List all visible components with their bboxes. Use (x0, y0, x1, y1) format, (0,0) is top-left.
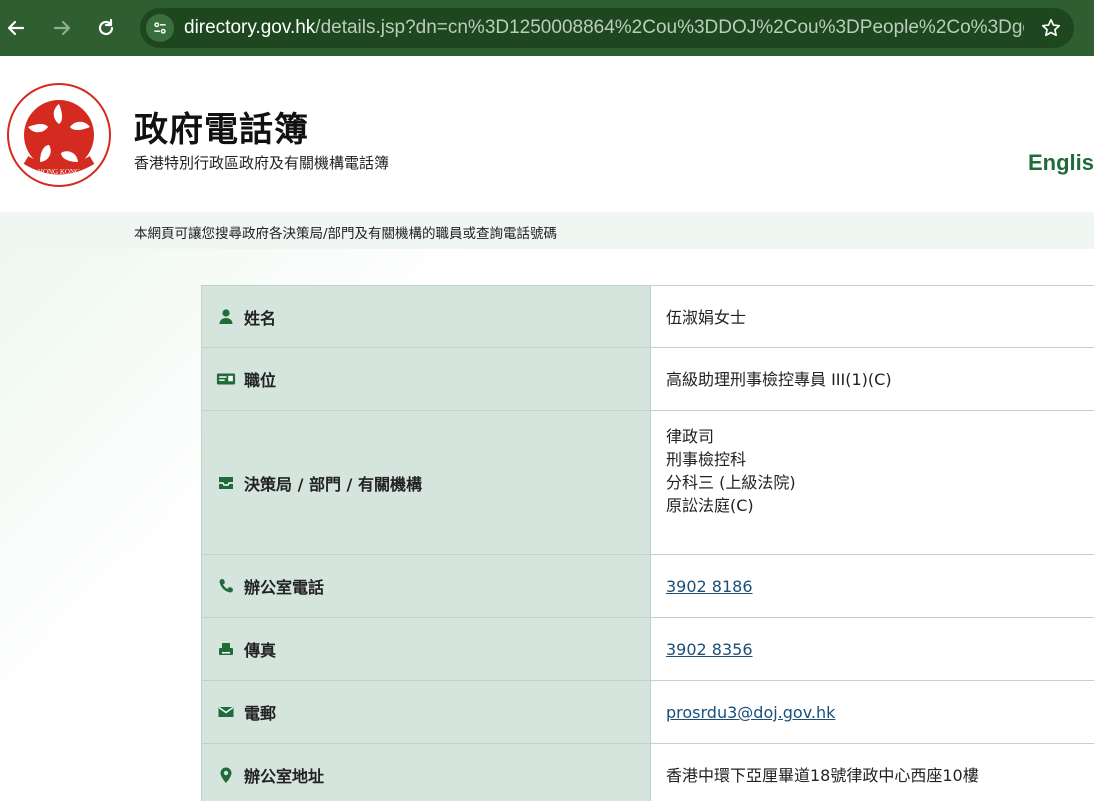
arrow-left-icon (7, 20, 25, 36)
info-strip: 本網頁可讓您搜尋政府各決策局/部門及有關機構的職員或查詢電話號碼 (0, 212, 1094, 249)
office-tel-link[interactable]: 3902 8186 (666, 575, 753, 598)
department-value: 律政司 刑事檢控科 分科三 (上級法院) 原訟法庭(C) (666, 425, 796, 517)
table-row-office-tel: 辦公室電話 3902 8186 (201, 555, 1094, 618)
value-cell: 3902 8186 (651, 555, 1094, 617)
name-value: 伍淑娟女士 (666, 308, 747, 327)
value-cell: 3902 8356 (651, 618, 1094, 680)
envelope-icon (216, 702, 236, 722)
value-cell: 律政司 刑事檢控科 分科三 (上級法院) 原訟法庭(C) (651, 411, 1094, 554)
forward-button[interactable] (46, 12, 78, 44)
label-cell: 電郵 (201, 681, 651, 743)
map-pin-icon (216, 765, 236, 785)
office-tel-label: 辦公室電話 (244, 578, 325, 597)
address-bar[interactable]: directory.gov.hk/details.jsp?dn=cn%3D125… (140, 8, 1074, 48)
fax-label: 傳真 (244, 641, 277, 660)
email-link[interactable]: prosrdu3@doj.gov.hk (666, 701, 835, 724)
table-row-email: 電郵 prosrdu3@doj.gov.hk (201, 681, 1094, 744)
phone-icon (216, 576, 236, 596)
table-row-department: 決策局 / 部門 / 有關機構 律政司 刑事檢控科 分科三 (上級法院) 原訟法… (201, 411, 1094, 555)
page-title[interactable]: 政府電話簿 (134, 102, 309, 151)
site-header: HONG KONG 政府電話簿 香港特別行政區政府及有關機構電話簿 Englis (0, 56, 1094, 212)
url-path: /details.jsp?dn=cn%3D1250008864%2Cou%3DD… (315, 17, 1024, 38)
info-text: 本網頁可讓您搜尋政府各決策局/部門及有關機構的職員或查詢電話號碼 (134, 226, 558, 242)
arrow-right-icon (53, 20, 71, 36)
back-button[interactable] (0, 12, 32, 44)
department-line-3[interactable]: 分科三 (上級法院) (666, 471, 796, 494)
fax-icon (216, 639, 236, 659)
tune-icon (154, 22, 166, 34)
reload-button[interactable] (90, 12, 122, 44)
table-row-post: 職位 高級助理刑事檢控專員 III(1)(C) (201, 348, 1094, 411)
value-cell: 高級助理刑事檢控專員 III(1)(C) (651, 348, 1094, 410)
email-label: 電郵 (244, 704, 277, 723)
browser-toolbar: directory.gov.hk/details.jsp?dn=cn%3D125… (0, 0, 1094, 56)
reload-icon (98, 18, 114, 36)
department-line-2[interactable]: 刑事檢控科 (666, 448, 796, 471)
value-cell: 香港中環下亞厘畢道18號律政中心西座10樓 (651, 744, 1094, 801)
post-label: 職位 (244, 371, 277, 390)
post-value: 高級助理刑事檢控專員 III(1)(C) (666, 370, 892, 389)
address-label: 辦公室地址 (244, 767, 325, 786)
label-cell: 姓名 (201, 286, 651, 347)
department-line-4[interactable]: 原訟法庭(C) (666, 494, 796, 517)
site-info-button[interactable] (146, 14, 174, 42)
department-label: 決策局 / 部門 / 有關機構 (244, 474, 422, 494)
bookmark-star-icon[interactable] (1040, 17, 1062, 39)
url-host: directory.gov.hk (184, 17, 316, 38)
language-switch-link[interactable]: Englis (1028, 150, 1094, 176)
label-cell: 辦公室電話 (201, 555, 651, 617)
emblem-text: HONG KONG (38, 168, 80, 176)
department-line-1[interactable]: 律政司 (666, 425, 796, 448)
table-row-name: 姓名 伍淑娟女士 (201, 285, 1094, 348)
value-cell: prosrdu3@doj.gov.hk (651, 681, 1094, 743)
label-cell: 決策局 / 部門 / 有關機構 (201, 411, 651, 554)
address-value: 香港中環下亞厘畢道18號律政中心西座10樓 (666, 766, 979, 785)
label-cell: 傳真 (201, 618, 651, 680)
table-row-fax: 傳真 3902 8356 (201, 618, 1094, 681)
table-row-address: 辦公室地址 香港中環下亞厘畢道18號律政中心西座10樓 (201, 744, 1094, 801)
person-icon (216, 307, 236, 327)
url-text[interactable]: directory.gov.hk/details.jsp?dn=cn%3D125… (184, 17, 1024, 39)
inbox-icon (216, 473, 236, 493)
label-cell: 職位 (201, 348, 651, 410)
id-card-icon (216, 369, 236, 389)
hksar-emblem-logo[interactable]: HONG KONG (6, 82, 112, 188)
label-cell: 辦公室地址 (201, 744, 651, 801)
value-cell: 伍淑娟女士 (651, 286, 1094, 347)
name-label: 姓名 (244, 308, 277, 328)
fax-link[interactable]: 3902 8356 (666, 638, 753, 661)
page-subtitle: 香港特別行政區政府及有關機構電話簿 (134, 154, 390, 172)
